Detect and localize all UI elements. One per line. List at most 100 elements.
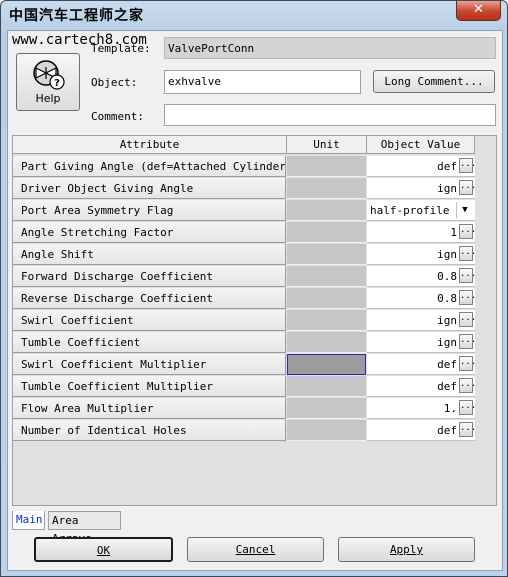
value-ellipsis-button[interactable]: ... (459, 158, 476, 173)
value-text: def (437, 380, 457, 393)
table-row: Tumble Coefficient Multiplier def... (13, 376, 476, 398)
unit-cell (287, 200, 366, 221)
template-field: ValvePortConn (164, 37, 496, 59)
value-ellipsis-button[interactable]: ... (459, 422, 476, 437)
cancel-label: Cancel (235, 543, 276, 556)
attribute-cell[interactable]: Reverse Discharge Coefficient (13, 288, 286, 309)
value-ellipsis-button[interactable]: ... (459, 180, 476, 195)
object-field[interactable]: exhvalve (164, 70, 361, 94)
value-text: def (437, 358, 457, 371)
attribute-cell[interactable]: Swirl Coefficient Multiplier (13, 354, 286, 375)
value-cell[interactable]: 0.8... (367, 288, 476, 309)
value-cell[interactable]: def... (367, 376, 476, 397)
table-row: Angle Shift ign... (13, 244, 476, 266)
value-ellipsis-button[interactable]: ... (459, 400, 476, 415)
template-label: Template: (91, 42, 151, 55)
value-ellipsis-button[interactable]: ... (459, 334, 476, 349)
value-cell[interactable]: 1.... (367, 398, 476, 419)
header-object-value: Object Value (367, 136, 475, 154)
apply-label: Apply (389, 543, 424, 556)
value-cell[interactable]: def... (367, 354, 476, 375)
value-text: 1. (443, 402, 457, 415)
long-comment-button[interactable]: Long Comment... (373, 70, 495, 93)
unit-cell (287, 310, 366, 331)
chevron-down-icon[interactable]: ▼ (456, 202, 473, 218)
unit-cell (287, 222, 366, 243)
attribute-cell[interactable]: Tumble Coefficient Multiplier (13, 376, 286, 397)
value-cell[interactable]: ign... (367, 332, 476, 353)
unit-cell (287, 376, 366, 397)
value-cell[interactable]: def... (367, 156, 476, 177)
value-text: 1 (450, 226, 457, 239)
table-row: Reverse Discharge Coefficient 0.8... (13, 288, 476, 310)
value-ellipsis-button[interactable]: ... (459, 246, 476, 261)
value-cell[interactable]: ign... (367, 310, 476, 331)
attribute-cell[interactable]: Forward Discharge Coefficient (13, 266, 286, 287)
object-label: Object: (91, 76, 138, 89)
close-button[interactable]: ✕ (456, 1, 501, 21)
tab-area-arrays[interactable]: Area Arrays (48, 511, 121, 545)
apply-button[interactable]: Apply (338, 537, 475, 562)
value-ellipsis-button[interactable]: ... (459, 290, 476, 305)
value-text: ign (437, 314, 457, 327)
value-text: def (437, 160, 457, 173)
unit-cell (287, 178, 366, 199)
dialog-client-area: www.cartech8.com ? Help Template: ValveP… (7, 30, 503, 571)
value-cell[interactable]: ign... (367, 178, 476, 199)
unit-cell (287, 420, 366, 441)
value-text: ign (437, 248, 457, 261)
unit-cell (287, 332, 366, 353)
value-ellipsis-button[interactable]: ... (459, 268, 476, 283)
value-cell[interactable]: def... (367, 420, 476, 441)
table-row: Swirl Coefficient Multiplier def... (13, 354, 476, 376)
value-cell[interactable]: 0.8... (367, 266, 476, 287)
cancel-button[interactable]: Cancel (187, 537, 324, 562)
attribute-cell[interactable]: Flow Area Multiplier (13, 398, 286, 419)
symmetry-flag-select[interactable]: half-profile ▼ (367, 200, 475, 221)
table-row: Driver Object Giving Angle ign... (13, 178, 476, 200)
value-text: 0.8 (437, 270, 457, 283)
attribute-cell[interactable]: Part Giving Angle (def=Attached Cylinder… (13, 156, 286, 177)
table-row: Angle Stretching Factor 1... (13, 222, 476, 244)
unit-cell (287, 244, 366, 265)
unit-cell (287, 266, 366, 287)
comment-field[interactable] (164, 104, 496, 126)
attribute-cell[interactable]: Driver Object Giving Angle (13, 178, 286, 199)
svg-text:?: ? (54, 78, 60, 89)
value-text: def (437, 424, 457, 437)
value-ellipsis-button[interactable]: ... (459, 378, 476, 393)
value-text: 0.8 (437, 292, 457, 305)
header-attribute: Attribute (13, 136, 287, 154)
value-ellipsis-button[interactable]: ... (459, 356, 476, 371)
title-bar[interactable]: 中国汽车工程师之家 ✕ (1, 1, 507, 29)
comment-label: Comment: (91, 110, 144, 123)
attribute-cell[interactable]: Angle Stretching Factor (13, 222, 286, 243)
attribute-cell[interactable]: Angle Shift (13, 244, 286, 265)
attribute-cell[interactable]: Number of Identical Holes (13, 420, 286, 441)
value-text: ign (437, 182, 457, 195)
attribute-cell[interactable]: Port Area Symmetry Flag (13, 200, 286, 221)
attribute-cell[interactable]: Tumble Coefficient (13, 332, 286, 353)
table-row: Part Giving Angle (def=Attached Cylinder… (13, 156, 476, 178)
unit-cell-selected[interactable] (287, 354, 366, 375)
unit-cell (287, 288, 366, 309)
help-button[interactable]: ? Help (16, 53, 80, 111)
table-row: Swirl Coefficient ign... (13, 310, 476, 332)
ok-button[interactable]: OK (34, 537, 173, 562)
unit-cell (287, 156, 366, 177)
value-ellipsis-button[interactable]: ... (459, 224, 476, 239)
header-unit: Unit (287, 136, 367, 154)
table-row: Number of Identical Holes def... (13, 420, 476, 442)
table-row: Port Area Symmetry Flag half-profile ▼ (13, 200, 475, 222)
dialog-window: 中国汽车工程师之家 ✕ www.cartech8.com ? Help Temp… (0, 0, 508, 577)
value-ellipsis-button[interactable]: ... (459, 312, 476, 327)
table-row: Tumble Coefficient ign... (13, 332, 476, 354)
value-cell[interactable]: 1... (367, 222, 476, 243)
value-cell[interactable]: ign... (367, 244, 476, 265)
value-text: ign (437, 336, 457, 349)
table-row: Forward Discharge Coefficient 0.8... (13, 266, 476, 288)
attribute-cell[interactable]: Swirl Coefficient (13, 310, 286, 331)
valve-help-icon: ? (33, 60, 65, 90)
table-row: Flow Area Multiplier 1.... (13, 398, 476, 420)
tab-main[interactable]: Main (12, 511, 45, 530)
